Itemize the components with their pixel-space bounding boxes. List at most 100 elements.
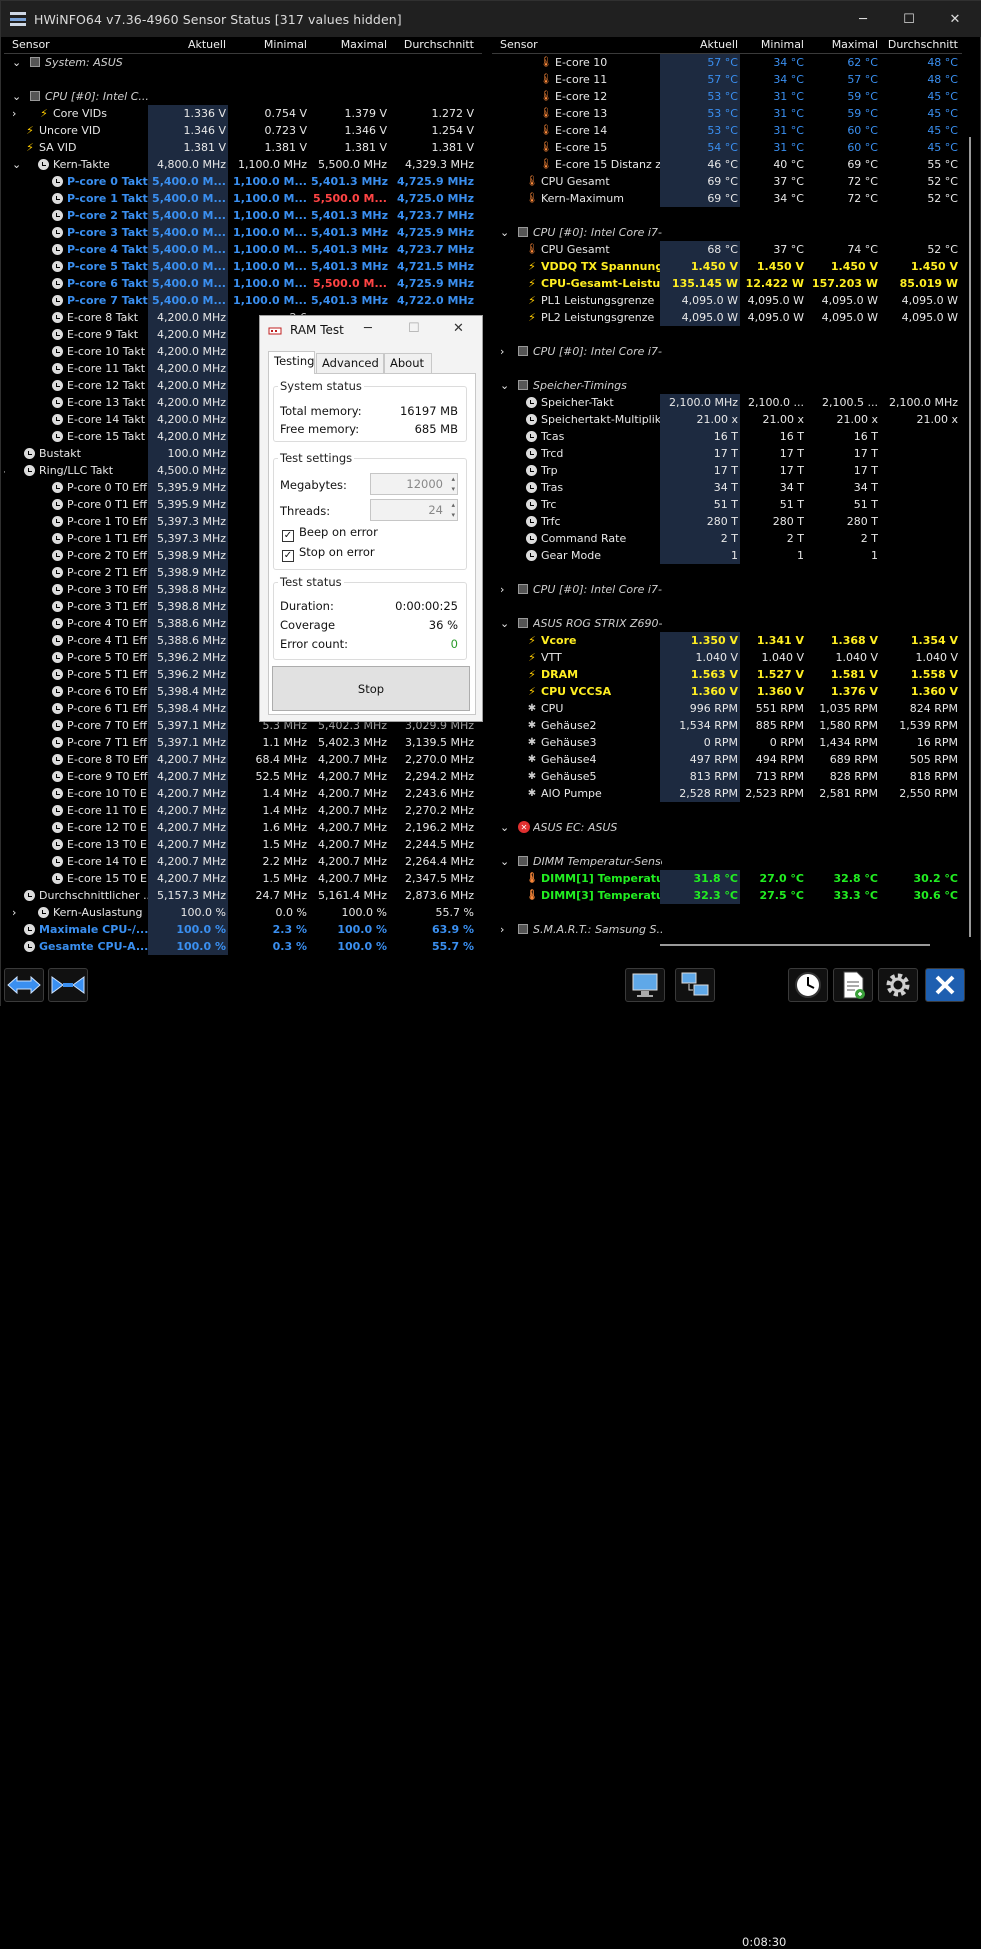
sensor-row[interactable]: P-core 7 T1 Eff... 5,397.1 MHz 1.1 MHz 5,40… xyxy=(4,734,482,751)
sensor-row[interactable]: E-core 8 T0 Eff... 4,200.7 MHz 68.4 MHz 4,2… xyxy=(4,751,482,768)
sensor-row[interactable]: Trp 17 T 17 T 17 T xyxy=(492,462,962,479)
header-sensor[interactable]: Sensor xyxy=(12,38,50,51)
sensor-row[interactable]: ⚡ DRAM 1.563 V 1.527 V 1.581 V 1.558 V xyxy=(492,666,962,683)
close-x-icon[interactable] xyxy=(925,968,965,1002)
tab-testing[interactable]: Testing xyxy=(268,351,315,374)
chevron-down-icon[interactable]: ⌄ xyxy=(500,379,509,392)
chevron-down-icon[interactable]: ⌄ xyxy=(500,821,509,834)
chevron-down-icon[interactable]: ⌄ xyxy=(12,158,21,171)
header-min[interactable]: Minimal xyxy=(742,38,804,51)
tab-about[interactable]: About xyxy=(384,353,432,373)
network-icon[interactable] xyxy=(675,968,715,1002)
sensor-row[interactable]: 🌡 CPU Gesamt 69 °C 37 °C 72 °C 52 °C xyxy=(492,173,962,190)
arrows-collapse-icon[interactable] xyxy=(48,968,88,1002)
sensor-group-row[interactable]: ⌄ CPU [#0]: Intel Core i7-... xyxy=(492,224,962,241)
header-max[interactable]: Maximal xyxy=(810,38,878,51)
sensor-row[interactable]: E-core 15 T0 E... 4,200.7 MHz 1.5 MHz 4,200… xyxy=(4,870,482,887)
sensor-row[interactable]: E-core 12 T0 E... 4,200.7 MHz 1.6 MHz 4,200… xyxy=(4,819,482,836)
sensor-row[interactable]: 🌡 E-core 10 57 °C 34 °C 62 °C 48 °C xyxy=(492,54,962,71)
chevron-right-icon[interactable]: › xyxy=(500,923,504,936)
sensor-row[interactable]: ⚡ PL1 Leistungsgrenze 4,095.0 W 4,095.0 W 4,… xyxy=(492,292,962,309)
sensor-row[interactable]: ⚡ CPU-Gesamt-Leistun... 135.145 W 12.422 W 1… xyxy=(492,275,962,292)
sensor-row[interactable]: Tras 34 T 34 T 34 T xyxy=(492,479,962,496)
header-avg[interactable]: Durchschnitt xyxy=(392,38,474,51)
arrows-left-right-icon[interactable] xyxy=(4,968,44,1002)
dialog-close-button[interactable]: ✕ xyxy=(453,321,464,336)
sensor-row[interactable]: 🌡 Kern-Maximum 69 °C 34 °C 72 °C 52 °C xyxy=(492,190,962,207)
chevron-down-icon[interactable]: ⌄ xyxy=(4,464,7,477)
stop-button[interactable]: Stop xyxy=(272,666,470,711)
dialog-minimize-button[interactable]: ─ xyxy=(364,321,372,336)
sensor-row[interactable]: P-core 5 Takt 5,400.0 M... 1,100.0 M... 5,4… xyxy=(4,258,482,275)
chevron-down-icon[interactable]: ⌄ xyxy=(12,56,21,69)
sensor-row[interactable]: P-core 3 Takt 5,400.0 M... 1,100.0 M... 5,4… xyxy=(4,224,482,241)
sensor-group-row[interactable]: ⌄ CPU [#0]: Intel C... xyxy=(4,88,482,105)
threads-input[interactable]: 24 xyxy=(370,499,458,521)
sensor-row[interactable]: Durchschnittlicher ... 5,157.3 MHz 24.7 MH… xyxy=(4,887,482,904)
sensor-group-row[interactable]: ⌄ Speicher-Timings xyxy=(492,377,962,394)
sensor-row[interactable]: E-core 10 T0 E... 4,200.7 MHz 1.4 MHz 4,200… xyxy=(4,785,482,802)
sensor-row[interactable]: 🌡 E-core 15 54 °C 31 °C 60 °C 45 °C xyxy=(492,139,962,156)
sensor-row[interactable]: ✱ Gehäuse2 1,534 RPM 885 RPM 1,580 RPM 1,539 … xyxy=(492,717,962,734)
sensor-row[interactable]: › ⚡ Core VIDs 1.336 V 0.754 V 1.379 V 1.272 V xyxy=(4,105,482,122)
sensor-row[interactable]: P-core 1 Takt 5,400.0 M... 1,100.0 M... 5,5… xyxy=(4,190,482,207)
sensor-row[interactable]: Tcas 16 T 16 T 16 T xyxy=(492,428,962,445)
sensor-row[interactable]: ⚡ VDDQ TX Spannung 1.450 V 1.450 V 1.450 V 1.… xyxy=(492,258,962,275)
sensor-row[interactable]: ✱ Gehäuse3 0 RPM 0 RPM 1,434 RPM 16 RPM xyxy=(492,734,962,751)
chevron-down-icon[interactable]: ⌄ xyxy=(500,617,509,630)
sensor-row[interactable]: 🌡 E-core 12 53 °C 31 °C 59 °C 45 °C xyxy=(492,88,962,105)
sensor-row[interactable]: ✱ CPU 996 RPM 551 RPM 1,035 RPM 824 RPM xyxy=(492,700,962,717)
tab-advanced[interactable]: Advanced xyxy=(316,353,384,373)
sensor-row[interactable]: ✱ AIO Pumpe 2,528 RPM 2,523 RPM 2,581 RPM 2,5… xyxy=(492,785,962,802)
sensor-row[interactable]: Speichertakt-Multiplikator 21.00 x 21.00 x… xyxy=(492,411,962,428)
sensor-row[interactable]: ⚡ CPU VCCSA 1.360 V 1.360 V 1.376 V 1.360 V xyxy=(492,683,962,700)
sensor-row[interactable]: 🌡 E-core 14 53 °C 31 °C 60 °C 45 °C xyxy=(492,122,962,139)
maximize-button[interactable]: ☐ xyxy=(886,1,932,37)
header-avg[interactable]: Durchschnitt xyxy=(884,38,958,51)
chevron-down-icon[interactable]: ⌄ xyxy=(12,90,21,103)
sensor-row[interactable]: 🌡E-core 15 Distanz zu... 46 °C 40 °C 69 °C 5… xyxy=(492,156,962,173)
sensor-group-row[interactable]: ⌄ ASUS ROG STRIX Z690-... xyxy=(492,615,962,632)
sensor-group-row[interactable]: ⌄ ✕ ASUS EC: ASUS xyxy=(492,819,962,836)
megabytes-input[interactable]: 12000 xyxy=(370,473,458,495)
gear-icon[interactable] xyxy=(878,968,918,1002)
stop-on-error-checkbox[interactable]: ✓ Stop on error xyxy=(282,545,375,562)
sensor-row[interactable]: P-core 4 Takt 5,400.0 M... 1,100.0 M... 5,4… xyxy=(4,241,482,258)
sensor-group-row[interactable]: › S.M.A.R.T.: Samsung S... xyxy=(492,921,962,938)
sensor-row[interactable]: Gesamte CPU-A... 100.0 % 0.3 % 100.0 % 55.7 … xyxy=(4,938,482,955)
sensor-row[interactable]: P-core 0 Takt 5,400.0 M... 1,100.0 M... 5,4… xyxy=(4,173,482,190)
header-max[interactable]: Maximal xyxy=(311,38,387,51)
sensor-group-row[interactable]: › CPU [#0]: Intel Core i7-... xyxy=(492,343,962,360)
horizontal-scrollbar[interactable] xyxy=(492,942,962,948)
sensor-row[interactable]: P-core 7 Takt 5,400.0 M... 1,100.0 M... 5,4… xyxy=(4,292,482,309)
sensor-row[interactable]: Trc 51 T 51 T 51 T xyxy=(492,496,962,513)
close-button[interactable]: ✕ xyxy=(932,1,978,37)
sensor-row[interactable]: E-core 9 T0 Eff... 4,200.7 MHz 52.5 MHz 4,2… xyxy=(4,768,482,785)
sensor-row[interactable]: Command Rate 2 T 2 T 2 T xyxy=(492,530,962,547)
sensor-row[interactable]: ⚡ Vcore 1.350 V 1.341 V 1.368 V 1.354 V xyxy=(492,632,962,649)
sensor-row[interactable]: E-core 11 T0 E... 4,200.7 MHz 1.4 MHz 4,200… xyxy=(4,802,482,819)
sensor-row[interactable]: P-core 2 Takt 5,400.0 M... 1,100.0 M... 5,4… xyxy=(4,207,482,224)
sensor-row[interactable]: ⌄ Kern-Takte 4,800.0 MHz 1,100.0 MHz 5,500.0… xyxy=(4,156,482,173)
sensor-row[interactable]: 🌡DIMM[3] Temperatu... 32.3 °C 27.5 °C 33.3 … xyxy=(492,887,962,904)
sensor-row[interactable]: 🌡 E-core 13 53 °C 31 °C 59 °C 45 °C xyxy=(492,105,962,122)
scrollbar-thumb[interactable] xyxy=(969,137,971,937)
vertical-scrollbar[interactable] xyxy=(967,57,973,942)
header-sensor[interactable]: Sensor xyxy=(500,38,538,51)
sensor-row[interactable]: ⚡ PL2 Leistungsgrenze 4,095.0 W 4,095.0 W 4,… xyxy=(492,309,962,326)
chevron-right-icon[interactable]: › xyxy=(12,906,16,919)
minimize-button[interactable]: ─ xyxy=(840,1,886,37)
chevron-right-icon[interactable]: › xyxy=(500,345,504,358)
header-current[interactable]: Aktuell xyxy=(150,38,226,51)
chevron-right-icon[interactable]: › xyxy=(500,583,504,596)
sensor-group-row[interactable]: ⌄ System: ASUS xyxy=(4,54,482,71)
beep-on-error-checkbox[interactable]: ✓ Beep on error xyxy=(282,525,378,542)
sensor-row[interactable]: 🌡 E-core 11 57 °C 34 °C 57 °C 48 °C xyxy=(492,71,962,88)
sensor-row[interactable]: Gear Mode 1 1 1 xyxy=(492,547,962,564)
chevron-down-icon[interactable]: ⌄ xyxy=(500,855,509,868)
sensor-row[interactable]: E-core 13 T0 E... 4,200.7 MHz 1.5 MHz 4,200… xyxy=(4,836,482,853)
log-file-icon[interactable] xyxy=(833,968,873,1002)
sensor-row[interactable]: 🌡DIMM[1] Temperatu... 31.8 °C 27.0 °C 32.8 … xyxy=(492,870,962,887)
clock-reset-icon[interactable] xyxy=(788,968,828,1002)
header-current[interactable]: Aktuell xyxy=(662,38,738,51)
